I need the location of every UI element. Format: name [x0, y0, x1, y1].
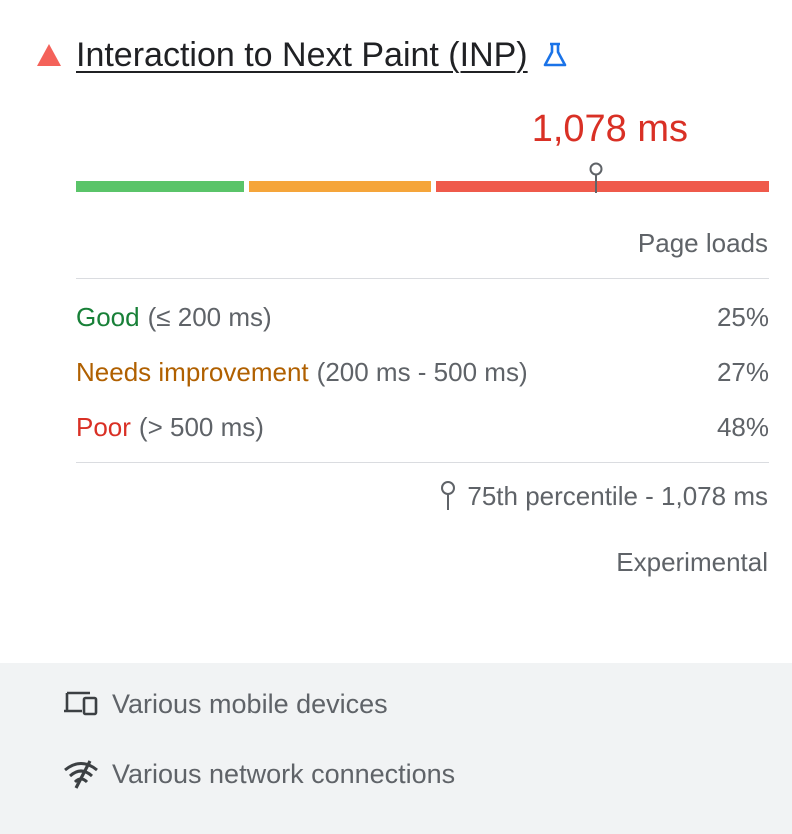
percentile-label: 75th percentile - 1,078 ms — [467, 480, 768, 511]
distribution-row-needs-improvement: Needs improvement (200 ms - 500 ms) 27% — [76, 352, 769, 392]
experimental-label: Experimental — [616, 547, 768, 577]
percentile-pin-icon — [441, 481, 456, 510]
metric-title-row: Interaction to Next Paint (INP) — [36, 30, 570, 80]
divider-bottom — [76, 462, 769, 463]
network-icon — [64, 760, 98, 789]
good-percent: 25% — [716, 301, 769, 332]
inp-metric-card: Interaction to Next Paint (INP) 1,078 ms… — [0, 0, 792, 663]
distribution-bar-good — [76, 181, 245, 192]
network-row: Various network connections — [62, 757, 455, 791]
needs-improvement-range: (200 ms - 500 ms) — [316, 356, 528, 387]
needs-improvement-label: Needs improvement — [76, 356, 309, 387]
divider-top — [76, 278, 769, 279]
percentile-legend: 75th percentile - 1,078 ms — [439, 480, 768, 512]
devices-row: Various mobile devices — [62, 687, 388, 721]
environment-footer: Various mobile devices Various network c… — [0, 663, 792, 834]
poor-label: Poor — [76, 411, 131, 442]
devices-icon — [64, 691, 98, 716]
needs-improvement-percent: 27% — [716, 356, 769, 387]
poor-range: (> 500 ms) — [138, 411, 264, 442]
distribution-bar-needs-improvement — [249, 181, 432, 192]
distribution-bar — [76, 162, 769, 194]
beaker-icon[interactable] — [540, 40, 570, 70]
percentile-marker-icon — [589, 162, 603, 193]
poor-percent: 48% — [716, 411, 769, 442]
distribution-row-poor: Poor (> 500 ms) 48% — [76, 407, 769, 447]
network-label: Various network connections — [112, 758, 456, 789]
good-label: Good — [76, 301, 140, 332]
metric-title-link[interactable]: Interaction to Next Paint (INP) — [76, 36, 528, 75]
poor-triangle-icon — [37, 44, 61, 66]
good-range: (≤ 200 ms) — [147, 301, 272, 332]
page-loads-label: Page loads — [637, 228, 768, 258]
metric-value: 1,078 ms — [531, 108, 688, 150]
devices-label: Various mobile devices — [112, 688, 388, 719]
distribution-row-good: Good (≤ 200 ms) 25% — [76, 297, 769, 337]
